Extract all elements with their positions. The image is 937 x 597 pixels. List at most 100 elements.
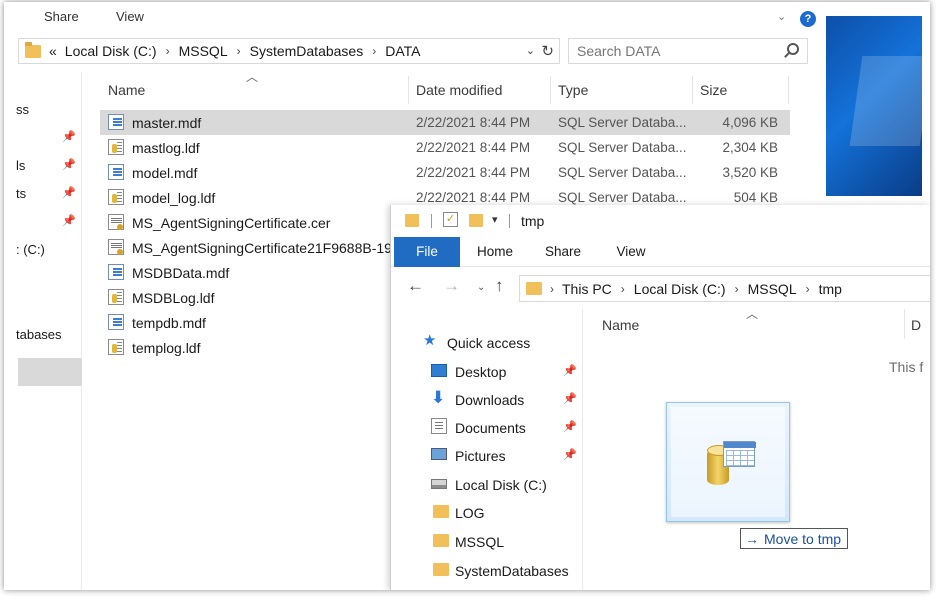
nav-item-label: Pictures: [455, 448, 506, 464]
file-name: MS_AgentSigningCertificate21F9688B-19...: [132, 240, 404, 256]
file-row-mastlog-ldf[interactable]: mastlog.ldf 2/22/2021 8:44 PM SQL Server…: [100, 135, 790, 160]
breadcrumb-separator-icon[interactable]: ›: [372, 44, 376, 58]
nav-item-systemdatabases[interactable]: SystemDatabases: [391, 557, 581, 583]
breadcrumb-separator-icon[interactable]: ›: [806, 282, 810, 296]
nav-item-desktop[interactable]: Desktop 📌: [391, 358, 581, 384]
tab-home[interactable]: Home: [465, 237, 525, 267]
column-headers: ︿ Name Date modified Type Size: [100, 70, 790, 104]
breadcrumb-systemdatabases[interactable]: SystemDatabases: [250, 43, 364, 59]
refresh-icon[interactable]: ↻: [541, 42, 554, 60]
column-date-modified[interactable]: D: [911, 317, 921, 333]
ribbon-tab-share[interactable]: Share: [44, 9, 79, 24]
file-name: model.mdf: [132, 165, 198, 181]
nav-item-partial[interactable]: ls: [16, 158, 25, 173]
pin-icon[interactable]: 📌: [62, 214, 76, 227]
breadcrumb-separator-icon[interactable]: ›: [550, 282, 554, 296]
column-name[interactable]: Name: [602, 317, 639, 333]
nav-item-local-disk[interactable]: : (C:): [16, 242, 45, 257]
folder-icon: [433, 534, 449, 547]
nav-item-downloads[interactable]: ⬇ Downloads 📌: [391, 386, 581, 412]
breadcrumb-local-disk[interactable]: Local Disk (C:): [634, 281, 726, 297]
column-name[interactable]: Name: [108, 82, 145, 98]
column-divider[interactable]: [788, 76, 789, 104]
ribbon-tab-view[interactable]: View: [116, 9, 144, 24]
column-divider[interactable]: [550, 76, 551, 104]
folder-icon: [433, 563, 449, 576]
nav-item-log[interactable]: LOG: [391, 499, 581, 525]
nav-item-pictures[interactable]: Pictures 📌: [391, 442, 581, 468]
column-divider[interactable]: [408, 76, 409, 104]
nav-item-systemdatabases[interactable]: tabases: [16, 327, 62, 342]
title-bar: ✓ ▾ tmp: [391, 205, 930, 237]
breadcrumb-local-disk[interactable]: Local Disk (C:): [65, 43, 157, 59]
nav-item-partial[interactable]: ts: [16, 186, 26, 201]
sort-ascending-icon: ︿: [246, 70, 259, 84]
breadcrumb-separator-icon[interactable]: ›: [166, 44, 170, 58]
file-type: SQL Server Databa...: [558, 115, 687, 130]
pin-icon[interactable]: 📌: [563, 448, 577, 461]
move-arrow-icon: →: [745, 530, 759, 547]
recent-locations-chevron-icon[interactable]: ⌄: [477, 282, 485, 293]
breadcrumb-separator-icon[interactable]: ›: [237, 44, 241, 58]
column-divider[interactable]: [692, 76, 693, 104]
customize-toolbar-dropdown-icon[interactable]: ▾: [492, 213, 498, 226]
up-arrow-icon[interactable]: ↑: [495, 276, 504, 296]
file-name: master.mdf: [132, 115, 202, 131]
documents-icon: [431, 418, 447, 434]
breadcrumb-data[interactable]: DATA: [385, 43, 420, 59]
tab-share[interactable]: Share: [533, 237, 593, 267]
breadcrumb-separator-icon[interactable]: ›: [621, 282, 625, 296]
breadcrumb-overflow[interactable]: «: [49, 43, 57, 59]
file-date: 2/22/2021 8:44 PM: [416, 190, 531, 205]
nav-item-label: Documents: [455, 420, 526, 436]
file-row-model-mdf[interactable]: model.mdf 2/22/2021 8:44 PM SQL Server D…: [100, 160, 790, 185]
pin-icon[interactable]: 📌: [563, 364, 577, 377]
pin-icon[interactable]: 📌: [563, 392, 577, 405]
navigation-bar: ← → ⌄ ↑ › This PC › Local Disk (C:) › MS…: [391, 273, 930, 303]
breadcrumb-mssql[interactable]: MSSQL: [748, 281, 797, 297]
forward-arrow-icon[interactable]: →: [443, 276, 460, 296]
address-bar[interactable]: « Local Disk (C:) › MSSQL › SystemDataba…: [18, 38, 560, 64]
nav-item-selected[interactable]: [18, 358, 82, 386]
nav-item-label: SystemDatabases: [455, 563, 569, 579]
nav-item-partial[interactable]: ss: [16, 102, 29, 117]
pin-icon[interactable]: 📌: [62, 186, 76, 199]
sort-ascending-icon: ︿: [746, 307, 759, 321]
file-type: SQL Server Databa...: [558, 190, 687, 205]
column-size[interactable]: Size: [700, 82, 727, 98]
search-input[interactable]: [577, 39, 777, 63]
breadcrumb-this-pc[interactable]: This PC: [562, 281, 612, 297]
breadcrumb-mssql[interactable]: MSSQL: [179, 43, 228, 59]
nav-item-mssql[interactable]: MSSQL: [391, 528, 581, 554]
breadcrumb-separator-icon[interactable]: ›: [735, 282, 739, 296]
tab-view[interactable]: View: [601, 237, 661, 267]
address-bar[interactable]: › This PC › Local Disk (C:) › MSSQL › tm…: [519, 275, 930, 302]
file-name: MS_AgentSigningCertificate.cer: [132, 215, 331, 231]
properties-check-icon[interactable]: ✓: [443, 212, 458, 227]
file-size: 4,096 KB: [722, 115, 778, 130]
back-ribbon: Share View ⌄ ?: [4, 2, 930, 27]
new-folder-icon[interactable]: [469, 214, 483, 227]
file-name: templog.ldf: [132, 340, 201, 356]
file-name: tempdb.mdf: [132, 315, 206, 331]
column-divider[interactable]: [904, 309, 905, 339]
expand-ribbon-chevron-icon[interactable]: ⌄: [777, 10, 790, 23]
file-row-master-mdf[interactable]: master.mdf 2/22/2021 8:44 PM SQL Server …: [100, 110, 790, 135]
pin-icon[interactable]: 📌: [62, 130, 76, 143]
column-type[interactable]: Type: [558, 82, 588, 98]
address-history-dropdown-icon[interactable]: ⌄: [526, 44, 535, 57]
pin-icon[interactable]: 📌: [563, 420, 577, 433]
nav-item-documents[interactable]: Documents 📌: [391, 414, 581, 440]
back-arrow-icon[interactable]: ←: [407, 276, 424, 296]
breadcrumb-tmp[interactable]: tmp: [819, 281, 842, 297]
search-icon[interactable]: [787, 43, 799, 55]
search-box[interactable]: [568, 38, 808, 64]
desktop-wallpaper: [826, 16, 922, 196]
nav-item-local-disk[interactable]: Local Disk (C:): [391, 471, 581, 497]
cer-icon: [108, 214, 124, 230]
help-icon[interactable]: ?: [800, 11, 816, 27]
column-date-modified[interactable]: Date modified: [416, 82, 502, 98]
tab-file[interactable]: File: [394, 237, 460, 267]
pin-icon[interactable]: 📌: [62, 158, 76, 171]
nav-item-quick-access[interactable]: ★ Quick access: [391, 329, 581, 355]
